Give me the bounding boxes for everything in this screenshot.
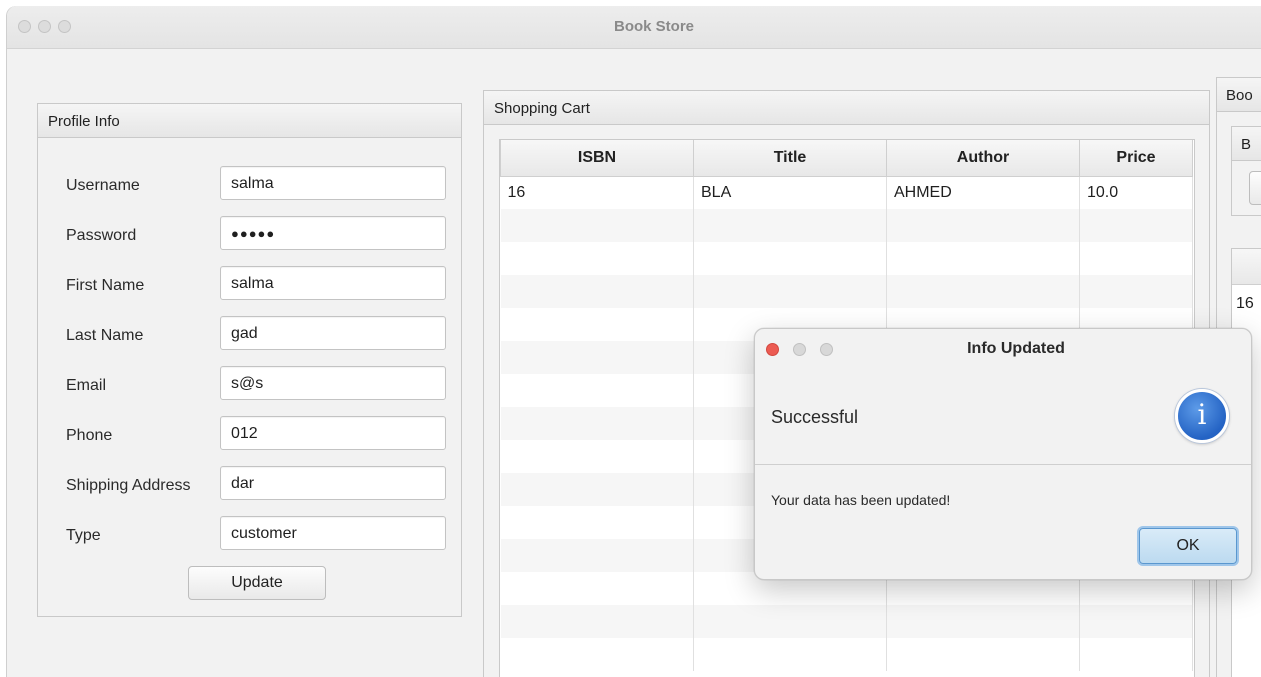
empty-row [500,242,1193,275]
username-label: Username [66,177,140,194]
cell-author: AHMED [886,176,1080,209]
column-header-price[interactable]: Price [1079,140,1193,177]
type-row: Type customer [38,516,461,556]
info-icon: i [1175,389,1229,443]
dialog-title: Info Updated [967,340,1065,357]
books-panel-title: Boo [1217,78,1261,112]
email-field[interactable]: s@s [220,366,446,400]
password-label: Password [66,227,137,244]
empty-row [500,605,1193,638]
cell-price: 10.0 [1079,176,1193,209]
table-row[interactable]: 16 BLA AHMED 10.0 [500,176,1193,209]
username-row: Username salma [38,166,461,206]
last-name-label: Last Name [66,327,144,344]
window-title: Book Store [613,18,694,35]
title-bar: Book Store [7,6,1261,49]
dialog-message: Your data has been updated! [771,492,951,508]
books-subpanel-title: B [1232,127,1261,161]
dialog-title-bar: Info Updated [755,329,1251,369]
cell-title: BLA [693,176,887,209]
books-subpanel-button[interactable] [1249,171,1261,205]
shipping-address-field[interactable]: dar [220,466,446,500]
empty-row [500,275,1193,308]
books-table-header [1232,249,1261,285]
empty-row [500,209,1193,242]
dialog-header: Successful i [755,373,1251,465]
dialog-header-text: Successful [771,407,859,427]
shopping-cart-title: Shopping Cart [484,91,1209,125]
password-field[interactable]: ●●●●● [220,216,446,250]
last-name-row: Last Name gad [38,316,461,356]
password-row: Password ●●●●● [38,216,461,256]
phone-field[interactable]: 012 [220,416,446,450]
books-subpanel: B [1231,126,1261,216]
username-field[interactable]: salma [220,166,446,200]
profile-info-panel: Profile Info Username salma Password ●●●… [37,103,462,617]
shipping-address-label: Shipping Address [66,477,191,494]
cell-isbn: 16 [500,176,694,209]
type-label: Type [66,527,101,544]
books-table-row[interactable]: 16 [1232,285,1261,318]
column-header-isbn[interactable]: ISBN [500,140,694,177]
phone-row: Phone 012 [38,416,461,456]
email-row: Email s@s [38,366,461,406]
empty-row [500,638,1193,671]
first-name-field[interactable]: salma [220,266,446,300]
type-field[interactable]: customer [220,516,446,550]
last-name-field[interactable]: gad [220,316,446,350]
column-header-title[interactable]: Title [693,140,887,177]
phone-label: Phone [66,427,113,444]
first-name-label: First Name [66,277,145,294]
first-name-row: First Name salma [38,266,461,306]
info-updated-dialog: Info Updated Successful i Your data has … [754,328,1252,580]
ok-button[interactable]: OK [1139,528,1237,564]
cart-header-row: ISBN Title Author Price [500,140,1193,177]
profile-info-title: Profile Info [38,104,461,138]
email-label: Email [66,377,107,394]
shipping-address-row: Shipping Address dar [38,466,461,506]
column-header-author[interactable]: Author [886,140,1080,177]
update-button[interactable]: Update [188,566,326,600]
